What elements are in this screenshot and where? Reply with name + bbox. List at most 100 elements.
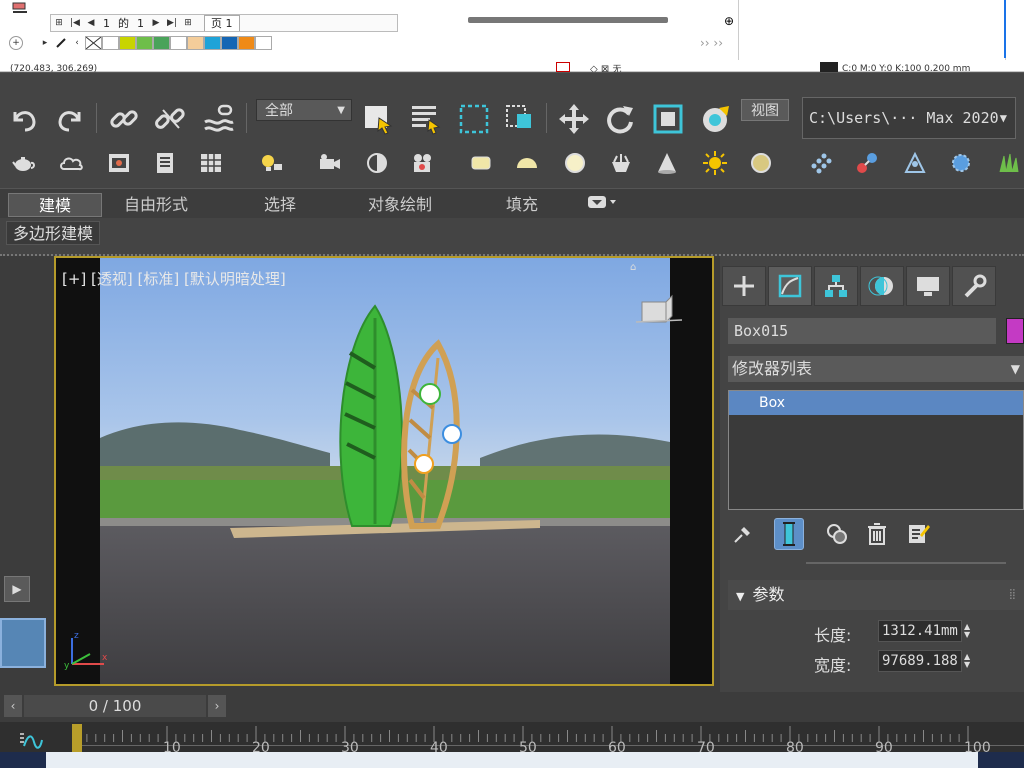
last-page-icon[interactable]: ▶| — [165, 16, 179, 30]
pin-stack-icon[interactable] — [728, 518, 758, 550]
remove-modifier-icon[interactable] — [862, 518, 892, 550]
select-by-name-icon[interactable] — [406, 99, 446, 139]
tab-freeform[interactable]: 自由形式 — [114, 193, 198, 217]
tab-object-paint[interactable]: 对象绘制 — [358, 193, 442, 217]
cone-light-icon[interactable] — [652, 148, 682, 178]
render-table-icon[interactable] — [196, 148, 226, 178]
cloud-icon[interactable] — [56, 148, 86, 178]
reference-coordinate-view[interactable]: 视图 — [741, 99, 789, 121]
light-bulb-icon[interactable] — [256, 148, 286, 178]
palette-left-icon[interactable]: ‹ — [70, 36, 84, 50]
rectangular-selection-icon[interactable] — [454, 99, 494, 139]
project-path-dropdown[interactable]: C:\Users\··· Max 2020 ▼ — [802, 97, 1016, 139]
color-swatch[interactable] — [136, 36, 153, 50]
tab-modeling[interactable]: 建模 — [8, 193, 103, 217]
color-swatch[interactable] — [221, 36, 238, 50]
sky-light-icon[interactable] — [746, 148, 776, 178]
color-swatch[interactable] — [187, 36, 204, 50]
gear-flake-icon[interactable] — [946, 148, 976, 178]
left-panel-tab[interactable] — [0, 618, 46, 668]
modify-tab-icon[interactable] — [768, 266, 812, 306]
viewcube[interactable] — [635, 294, 683, 326]
motion-tab-icon[interactable] — [860, 266, 904, 306]
color-swatch[interactable] — [102, 36, 119, 50]
add-page-end-icon[interactable]: ⊞ — [181, 16, 195, 30]
viewcube-home-icon[interactable]: ⌂ — [630, 262, 636, 273]
rotate-icon[interactable] — [600, 99, 640, 139]
tab-selection[interactable]: 选择 — [254, 193, 306, 217]
ribbon-options-icon[interactable] — [588, 195, 618, 212]
camera-icon[interactable] — [314, 148, 344, 178]
create-tab-icon[interactable] — [722, 266, 766, 306]
unlink-icon[interactable] — [150, 99, 190, 139]
color-swatch[interactable] — [255, 36, 272, 50]
prev-frame-button[interactable]: ‹ — [4, 695, 22, 717]
particle-icon[interactable] — [806, 148, 836, 178]
length-spinner[interactable]: ▲ ▼ — [964, 623, 974, 641]
redo-icon[interactable] — [50, 99, 90, 139]
width-input[interactable]: 97689.188 — [878, 650, 962, 672]
no-color-swatch[interactable] — [85, 36, 102, 50]
undo-icon[interactable] — [4, 99, 44, 139]
move-icon[interactable] — [554, 99, 594, 139]
selection-filter-dropdown[interactable]: 全部 ▼ — [256, 99, 352, 121]
next-frame-button[interactable]: › — [208, 695, 226, 717]
link-icon[interactable] — [104, 99, 144, 139]
palette-scroll-right[interactable]: ›› ›› — [700, 36, 723, 50]
window-crossing-icon[interactable] — [500, 99, 540, 139]
eraser-icon[interactable] — [10, 0, 30, 14]
dome-light-icon[interactable] — [606, 148, 636, 178]
viewport-label[interactable]: [+] [透视] [标准] [默认明暗处理] — [62, 268, 286, 289]
next-page-icon[interactable]: ▶ — [149, 16, 163, 30]
eyedropper-icon[interactable] — [54, 36, 68, 50]
parameters-rollout-header[interactable]: ▼ 参数 ⣿ — [728, 580, 1024, 610]
color-swatch[interactable] — [119, 36, 136, 50]
first-page-icon[interactable]: |◀ — [68, 16, 82, 30]
color-swatch[interactable] — [170, 36, 187, 50]
play-arrow-icon[interactable]: ▸ — [38, 36, 52, 50]
teapot-icon[interactable] — [8, 148, 38, 178]
width-spinner[interactable]: ▲ ▼ — [964, 653, 974, 671]
tab-page-1[interactable]: 页 1 — [204, 15, 240, 31]
object-name-field[interactable]: Box015 — [728, 318, 996, 344]
length-input[interactable]: 1312.41mm — [878, 620, 962, 642]
zoom-icon[interactable]: ⊕ — [724, 14, 734, 28]
color-swatch[interactable] — [238, 36, 255, 50]
configure-sets-icon[interactable] — [904, 518, 934, 550]
hierarchy-tab-icon[interactable] — [814, 266, 858, 306]
hemisphere-icon[interactable] — [512, 148, 542, 178]
curve-editor-icon[interactable] — [18, 732, 44, 752]
plane-object-icon[interactable] — [466, 148, 496, 178]
make-unique-icon[interactable] — [822, 518, 852, 550]
add-icon[interactable]: + — [9, 36, 23, 50]
bind-to-spacewarp-icon[interactable] — [198, 99, 238, 139]
current-frame-marker[interactable] — [72, 724, 82, 752]
tripod-icon[interactable] — [900, 148, 930, 178]
render-frame-icon[interactable] — [104, 148, 134, 178]
expand-panel-icon[interactable]: ▶ — [4, 576, 30, 602]
time-slider-thumb[interactable]: 0 / 100 — [24, 695, 206, 717]
polygon-modeling-panel[interactable]: 多边形建模 — [6, 221, 101, 245]
modifier-list-dropdown[interactable]: 修改器列表 ▼ — [728, 356, 1024, 382]
select-object-icon[interactable] — [358, 99, 398, 139]
molecule-icon[interactable] — [852, 148, 882, 178]
grass-icon[interactable] — [994, 148, 1024, 178]
film-camera-icon[interactable] — [408, 148, 438, 178]
add-page-icon[interactable]: ⊞ — [52, 16, 66, 30]
render-setup-icon[interactable] — [150, 148, 180, 178]
show-end-result-icon[interactable] — [774, 518, 804, 550]
scale-icon[interactable] — [648, 99, 688, 139]
helpers-icon[interactable] — [362, 148, 392, 178]
stack-item-box[interactable]: Box — [729, 391, 1023, 415]
color-swatch[interactable] — [153, 36, 170, 50]
utilities-tab-icon[interactable] — [952, 266, 996, 306]
color-swatch[interactable] — [204, 36, 221, 50]
horizontal-scrollbar[interactable] — [468, 17, 668, 23]
place-icon[interactable] — [696, 99, 736, 139]
display-tab-icon[interactable] — [906, 266, 950, 306]
prev-page-icon[interactable]: ◀ — [84, 16, 98, 30]
tab-populate[interactable]: 填充 — [496, 193, 548, 217]
sphere-light-icon[interactable] — [560, 148, 590, 178]
perspective-viewport[interactable]: [+] [透视] [标准] [默认明暗处理] ⌂ z y x — [54, 256, 714, 686]
object-color-swatch[interactable] — [1006, 318, 1024, 344]
